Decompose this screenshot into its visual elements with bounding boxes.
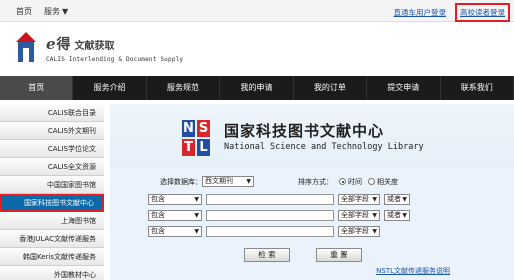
search-panel: 选择数据库： 西文期刊 ▼ 排序方式： 时间 相关度 包含 ▼ 全部字段 ▼ 或者 ▼ …: [110, 168, 514, 280]
chevron-down-icon: ▼: [402, 196, 407, 203]
nav-item-home[interactable]: 首页: [0, 76, 74, 100]
sort-relevance-label: 相关度: [377, 177, 398, 186]
nav-item-contact[interactable]: 联系我们: [441, 76, 514, 100]
banner-title-cn: 国家科技图书文献中心: [224, 122, 385, 140]
query-input[interactable]: [206, 194, 334, 205]
database-select[interactable]: 西文期刊 ▼: [202, 176, 254, 187]
sidebar-item-korea-keris[interactable]: 韩国Keris文献传递服务: [0, 248, 104, 266]
query-row: 包含 ▼ 全部字段 ▼ 或者 ▼: [148, 210, 410, 221]
nstl-letter-t: T: [182, 139, 195, 156]
login-links: 直通车用户登录 高校读者登录: [391, 3, 510, 22]
chevron-down-icon: ▼: [372, 228, 377, 235]
query-row: 包含 ▼ 全部字段 ▼ 或者 ▼: [148, 194, 410, 205]
topbar-service-menu[interactable]: 服务 ▼: [44, 6, 68, 17]
database-label: 选择数据库：: [160, 177, 202, 186]
sidebar-item-calis-theses[interactable]: CALIS学位论文: [0, 140, 104, 158]
reset-button[interactable]: 重 置: [316, 248, 362, 262]
nav-item-my-requests[interactable]: 我的申请: [220, 76, 294, 100]
top-utility-bar: 首页 服务 ▼ 直通车用户登录 高校读者登录: [0, 0, 514, 22]
field-select[interactable]: 全部字段 ▼: [338, 226, 380, 237]
sidebar-item-calis-fulltext[interactable]: CALIS全文资源: [0, 158, 104, 176]
chevron-down-icon: ▼: [194, 196, 199, 203]
main-nav: 首页 服务介绍 服务规范 我的申请 我的订单 提交申请 联系我们: [0, 76, 514, 100]
nstl-banner: N S T L 国家科技图书文献中心 National Science and …: [110, 104, 514, 168]
school-reader-login-link[interactable]: 高校读者登录: [455, 3, 510, 22]
sidebar-item-hk-julac[interactable]: 香港JULAC文献传递服务: [0, 230, 104, 248]
match-select[interactable]: 包含 ▼: [148, 226, 202, 237]
match-select-value: 包含: [151, 227, 165, 235]
field-select[interactable]: 全部字段 ▼: [338, 194, 380, 205]
match-select-value: 包含: [151, 211, 165, 219]
chevron-down-icon: ▼: [194, 212, 199, 219]
banner-title-en: National Science and Technology Library: [224, 142, 424, 152]
sidebar-item-nstl[interactable]: 国家科技图书文献中心: [0, 194, 104, 212]
brand-english: CALIS Interlending & Document Supply: [46, 56, 184, 63]
chevron-down-icon: ▼: [402, 212, 407, 219]
field-select-value: 全部字段: [341, 195, 369, 203]
search-button[interactable]: 检 索: [244, 248, 290, 262]
sidebar: CALIS联合目录 CALIS外文期刊 CALIS学位论文 CALIS全文资源 …: [0, 104, 104, 280]
sidebar-item-calis-foreign-journals[interactable]: CALIS外文期刊: [0, 122, 104, 140]
brand-name: e得 文献获取: [46, 35, 115, 53]
nav-item-submit-request[interactable]: 提交申请: [367, 76, 441, 100]
nstl-logo: N S T L: [182, 120, 210, 156]
sort-time-label: 时间: [348, 177, 362, 186]
topbar-service-label: 服务: [44, 7, 60, 16]
logic-select[interactable]: 或者 ▼: [384, 210, 410, 221]
nav-item-service-intro[interactable]: 服务介绍: [73, 76, 147, 100]
topbar-links: 首页 服务 ▼: [16, 6, 68, 17]
field-select-value: 全部字段: [341, 227, 369, 235]
sidebar-item-calis-union-catalog[interactable]: CALIS联合目录: [0, 104, 104, 122]
chevron-down-icon: ▼: [194, 228, 199, 235]
field-select[interactable]: 全部字段 ▼: [338, 210, 380, 221]
sidebar-item-foreign-textbook-center[interactable]: 外国教材中心: [0, 266, 104, 280]
calis-logo-icon: [16, 32, 36, 62]
logic-select-value: 或者: [387, 195, 401, 203]
nstl-letter-l: L: [197, 139, 210, 156]
match-select[interactable]: 包含 ▼: [148, 194, 202, 205]
logic-select[interactable]: 或者 ▼: [384, 194, 410, 205]
chevron-down-icon: ▼: [372, 196, 377, 203]
sort-relevance-radio[interactable]: [368, 178, 375, 185]
nstl-letter-n: N: [182, 120, 195, 137]
chevron-down-icon: ▼: [62, 7, 69, 16]
query-row: 包含 ▼ 全部字段 ▼: [148, 226, 380, 237]
query-input[interactable]: [206, 210, 334, 221]
search-options-row: 选择数据库： 西文期刊 ▼ 排序方式： 时间 相关度: [160, 176, 398, 187]
field-select-value: 全部字段: [341, 211, 369, 219]
match-select-value: 包含: [151, 195, 165, 203]
sidebar-item-national-library[interactable]: 中国国家图书馆: [0, 176, 104, 194]
logic-select-value: 或者: [387, 211, 401, 219]
database-select-value: 西文期刊: [205, 177, 233, 185]
match-select[interactable]: 包含 ▼: [148, 210, 202, 221]
chevron-down-icon: ▼: [246, 178, 251, 185]
sort-time-radio[interactable]: [339, 178, 346, 185]
sort-label: 排序方式：: [298, 177, 333, 186]
nav-item-my-orders[interactable]: 我的订单: [294, 76, 368, 100]
site-logo[interactable]: e得 文献获取 CALIS Interlending & Document Sup…: [10, 28, 310, 68]
nav-item-service-rules[interactable]: 服务规范: [147, 76, 221, 100]
nstl-service-guide-link[interactable]: NSTL文献传递服务说明: [376, 266, 450, 276]
nstl-letter-s: S: [197, 120, 210, 137]
sidebar-item-shanghai-library[interactable]: 上海图书馆: [0, 212, 104, 230]
chevron-down-icon: ▼: [372, 212, 377, 219]
query-input[interactable]: [206, 226, 334, 237]
topbar-home-link[interactable]: 首页: [16, 6, 32, 17]
direct-user-login-link[interactable]: 直通车用户登录: [391, 5, 450, 20]
